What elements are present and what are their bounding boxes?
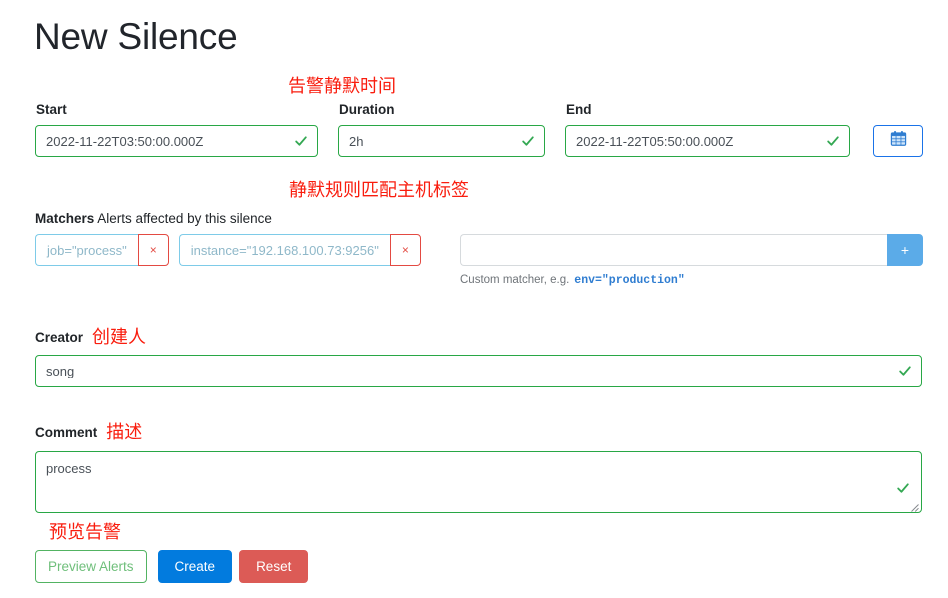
annotation-matchers: 静默规则匹配主机标签: [289, 180, 469, 200]
matchers-label-strong: Matchers: [35, 211, 95, 226]
page-title: New Silence: [34, 16, 238, 57]
comment-label: Comment: [35, 425, 98, 440]
start-input-value: 2022-11-22T03:50:00.000Z: [46, 134, 204, 148]
matcher-chip-label: job="process": [35, 234, 138, 266]
add-matcher-group: +: [460, 234, 923, 266]
matcher-hint-example: env="production": [574, 274, 685, 287]
end-input-value: 2022-11-22T05:50:00.000Z: [576, 134, 734, 148]
start-label: Start: [36, 102, 67, 117]
end-input[interactable]: 2022-11-22T05:50:00.000Z: [565, 125, 850, 157]
annotation-preview: 预览告警: [49, 522, 121, 542]
creator-label-group: Creator 创建人: [35, 327, 147, 347]
duration-input[interactable]: 2h: [338, 125, 545, 157]
matchers-label-rest: Alerts affected by this silence: [97, 211, 272, 226]
add-matcher-button[interactable]: +: [887, 234, 923, 266]
reset-button[interactable]: Reset: [239, 550, 309, 583]
matcher-chip-list: job="process" × instance="192.168.100.73…: [35, 234, 431, 266]
creator-input[interactable]: song: [35, 355, 922, 387]
new-silence-page: New Silence 告警静默时间 Start 2022-11-22T03:5…: [0, 0, 948, 598]
valid-check-icon: [521, 134, 535, 148]
new-matcher-input[interactable]: [460, 234, 887, 266]
preview-alerts-button[interactable]: Preview Alerts: [35, 550, 147, 583]
calendar-icon: [890, 130, 907, 152]
matcher-remove-button[interactable]: ×: [137, 234, 169, 266]
duration-input-value: 2h: [349, 134, 364, 148]
matcher-remove-button[interactable]: ×: [389, 234, 421, 266]
valid-check-icon: [898, 364, 912, 378]
duration-label: Duration: [339, 102, 395, 117]
end-label: End: [566, 102, 592, 117]
annotation-comment: 描述: [106, 422, 143, 442]
comment-textarea[interactable]: process: [35, 451, 922, 513]
calendar-toggle-button[interactable]: [873, 125, 923, 157]
matcher-chip[interactable]: instance="192.168.100.73:9256" ×: [178, 234, 421, 266]
matcher-hint: Custom matcher, e.g. env="production": [460, 273, 685, 288]
matchers-label: Matchers Alerts affected by this silence: [35, 211, 272, 227]
matcher-chip-label: instance="192.168.100.73:9256": [178, 234, 390, 266]
form-actions: Preview Alerts Create Reset: [35, 550, 309, 583]
create-button[interactable]: Create: [157, 550, 233, 583]
annotation-creator: 创建人: [92, 327, 147, 347]
valid-check-icon: [294, 134, 308, 148]
valid-check-icon: [826, 134, 840, 148]
creator-input-value: song: [46, 364, 75, 378]
matcher-chip[interactable]: job="process" ×: [35, 234, 169, 266]
start-input[interactable]: 2022-11-22T03:50:00.000Z: [35, 125, 318, 157]
valid-check-icon: [896, 481, 910, 495]
comment-label-group: Comment 描述: [35, 422, 143, 442]
comment-textarea-value: process: [46, 461, 92, 476]
creator-label: Creator: [35, 330, 84, 345]
textarea-resize-handle[interactable]: [908, 499, 919, 512]
annotation-time-range: 告警静默时间: [288, 76, 396, 96]
matcher-hint-text: Custom matcher, e.g.: [460, 274, 570, 286]
